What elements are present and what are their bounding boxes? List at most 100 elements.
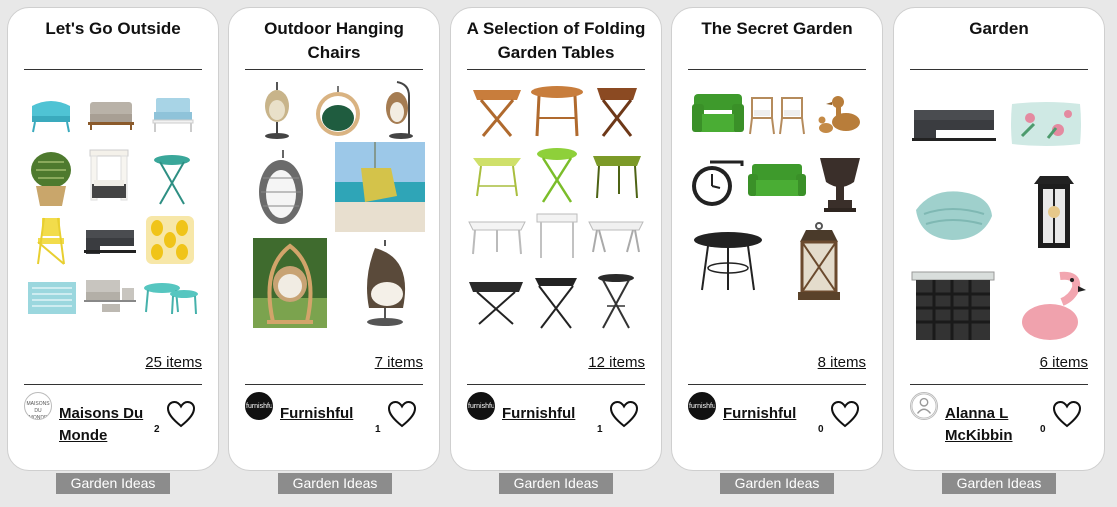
divider xyxy=(910,69,1088,70)
owner-name-link[interactable]: Furnishful xyxy=(280,403,376,425)
duck-ornaments-image[interactable] xyxy=(816,90,864,136)
wooden-lantern-image[interactable] xyxy=(792,222,846,306)
round-iron-table-image[interactable] xyxy=(690,230,766,296)
arched-hanging-chair-image[interactable] xyxy=(351,238,421,328)
black-round-bistro-table-image[interactable] xyxy=(593,272,639,330)
divider xyxy=(467,384,645,385)
divider xyxy=(24,384,202,385)
grass-armchair-image[interactable] xyxy=(690,90,746,136)
pink-flamingo-image[interactable] xyxy=(1016,268,1088,344)
black-wall-lantern-image[interactable] xyxy=(1030,172,1078,256)
owner-avatar[interactable]: furnishful xyxy=(688,392,716,420)
mint-throw-blanket-image[interactable] xyxy=(912,182,996,246)
like-count: 1 xyxy=(597,424,603,435)
turquoise-rope-loveseat-image[interactable] xyxy=(26,92,76,134)
heart-icon[interactable] xyxy=(609,400,639,428)
grey-hanging-cocoon-image[interactable] xyxy=(251,148,311,230)
wood-folding-table-image[interactable] xyxy=(469,82,525,140)
divider xyxy=(467,69,645,70)
turquoise-rug-image[interactable] xyxy=(26,278,78,318)
divider xyxy=(688,384,866,385)
yellow-folding-chair-image[interactable] xyxy=(32,214,70,266)
category-tag[interactable]: Garden Ideas xyxy=(499,473,613,494)
white-trestle-table-image[interactable] xyxy=(587,212,645,256)
divider xyxy=(24,69,202,70)
station-clock-image[interactable] xyxy=(690,154,746,212)
rattan-hanging-chair-image[interactable] xyxy=(377,80,417,140)
user-avatar-icon[interactable] xyxy=(910,392,938,420)
turquoise-coffee-tables-image[interactable] xyxy=(140,278,200,318)
like-count: 2 xyxy=(154,424,160,435)
cactus-pot-image[interactable] xyxy=(28,148,74,208)
item-count-link[interactable]: 25 items xyxy=(145,354,202,371)
green-pod-chair-image[interactable] xyxy=(313,84,363,138)
card-title[interactable]: A Selection of Folding Garden Tables xyxy=(463,17,649,65)
card-title[interactable]: Garden xyxy=(906,17,1092,41)
owner-avatar[interactable]: MAISONS DU MONDE xyxy=(24,392,52,420)
wooden-frame-pod-image[interactable] xyxy=(253,238,327,328)
item-count-link[interactable]: 7 items xyxy=(375,354,423,371)
owner-name-link[interactable]: Maisons Du Monde xyxy=(59,403,155,447)
blue-armchair-image[interactable] xyxy=(150,92,196,134)
white-metal-table-image[interactable] xyxy=(533,208,581,260)
item-count-link[interactable]: 12 items xyxy=(588,354,645,371)
outdoor-lounge-set-image[interactable] xyxy=(82,274,138,318)
divider xyxy=(245,69,423,70)
canopy-daybed-image[interactable] xyxy=(86,146,132,210)
collection-card[interactable]: Garden 6 items Alanna L McKibbin 0 xyxy=(893,7,1105,471)
collection-card[interactable]: Let's Go Outside 25 items MAISONS DU MON… xyxy=(7,7,219,471)
owner-avatar[interactable]: furnishful xyxy=(245,392,273,420)
collection-card[interactable]: Outdoor Hanging Chairs 7 items furnishfu… xyxy=(228,7,440,471)
owner-name-link[interactable]: Furnishful xyxy=(502,403,598,425)
divider xyxy=(688,69,866,70)
collection-card[interactable]: A Selection of Folding Garden Tables 12 … xyxy=(450,7,662,471)
heart-icon[interactable] xyxy=(830,400,860,428)
black-square-bistro-table-image[interactable] xyxy=(531,272,581,330)
grey-corner-sofa-image[interactable] xyxy=(910,104,998,148)
wine-rack-table-image[interactable] xyxy=(910,270,996,342)
owner-name-link[interactable]: Furnishful xyxy=(723,403,819,425)
rattan-chairs-image[interactable] xyxy=(746,92,808,136)
stone-urn-image[interactable] xyxy=(818,152,862,214)
collection-card[interactable]: The Secret Garden 8 items furnishful Fur… xyxy=(671,7,883,471)
category-tag[interactable]: Garden Ideas xyxy=(278,473,392,494)
dark-wood-folding-table-image[interactable] xyxy=(591,82,643,140)
category-tag[interactable]: Garden Ideas xyxy=(56,473,170,494)
category-tag[interactable]: Garden Ideas xyxy=(720,473,834,494)
grey-sofa-image[interactable] xyxy=(86,94,136,132)
card-title[interactable]: Outdoor Hanging Chairs xyxy=(241,17,427,65)
owner-name-link[interactable]: Alanna L McKibbin xyxy=(945,403,1041,447)
wicker-egg-chair-image[interactable] xyxy=(257,80,297,140)
floral-cushion-image[interactable] xyxy=(1008,98,1084,150)
teal-bistro-table-image[interactable] xyxy=(152,150,192,206)
grey-corner-sofa-image[interactable] xyxy=(82,224,138,260)
like-count: 0 xyxy=(818,424,824,435)
lime-bistro-table-image[interactable] xyxy=(533,146,581,204)
heart-icon[interactable] xyxy=(387,400,417,428)
round-wood-table-image[interactable] xyxy=(529,82,585,140)
divider xyxy=(245,384,423,385)
thumbnail-grid[interactable] xyxy=(908,78,1090,346)
item-count-link[interactable]: 8 items xyxy=(818,354,866,371)
heart-icon[interactable] xyxy=(1052,400,1082,428)
white-folding-table-image[interactable] xyxy=(467,212,527,256)
heart-icon[interactable] xyxy=(166,400,196,428)
grass-sofa-image[interactable] xyxy=(746,160,808,200)
thumbnail-grid[interactable] xyxy=(686,78,868,346)
divider xyxy=(910,384,1088,385)
like-count: 0 xyxy=(1040,424,1046,435)
olive-camping-table-image[interactable] xyxy=(589,148,645,202)
owner-avatar[interactable]: furnishful xyxy=(467,392,495,420)
thumbnail-grid[interactable] xyxy=(243,78,425,346)
green-metal-table-image[interactable] xyxy=(469,150,525,198)
thumbnail-grid[interactable] xyxy=(22,78,204,346)
card-title[interactable]: Let's Go Outside xyxy=(20,17,206,41)
item-count-link[interactable]: 6 items xyxy=(1040,354,1088,371)
black-folding-table-image[interactable] xyxy=(467,274,525,326)
beach-hammock-chair-image[interactable] xyxy=(335,142,425,232)
category-tag[interactable]: Garden Ideas xyxy=(942,473,1056,494)
like-count: 1 xyxy=(375,424,381,435)
yellow-pineapple-cushion-image[interactable] xyxy=(144,214,196,266)
thumbnail-grid[interactable] xyxy=(465,78,647,346)
card-title[interactable]: The Secret Garden xyxy=(684,17,870,41)
